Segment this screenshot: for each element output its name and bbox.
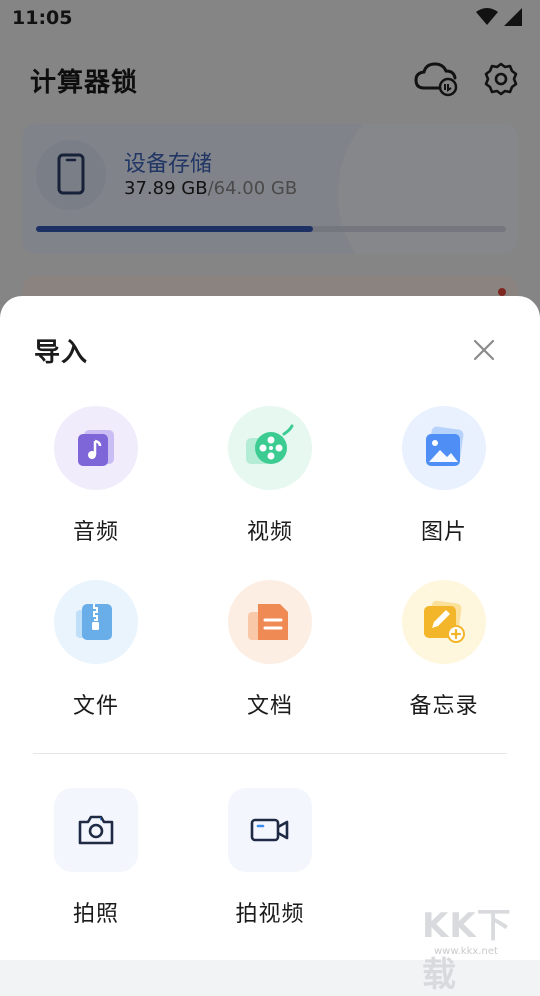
take-photo-button[interactable]: 拍照 xyxy=(21,788,171,948)
import-picture-label: 图片 xyxy=(420,520,467,545)
import-file-button[interactable]: 文件 xyxy=(21,580,171,740)
watermark-url: www.kkx.net xyxy=(434,946,498,957)
import-picture-button[interactable]: 图片 xyxy=(369,406,519,566)
record-video-label: 拍视频 xyxy=(235,902,305,927)
sheet-divider xyxy=(33,753,507,754)
import-sheet: 导入 音频 视频 图片 文件 文档 备忘录 拍照 拍视频 xyxy=(0,296,540,960)
film-reel-icon xyxy=(246,424,294,464)
memo-pencil-icon xyxy=(424,600,465,643)
import-audio-label: 音频 xyxy=(72,520,119,545)
import-document-button[interactable]: 文档 xyxy=(195,580,345,740)
take-photo-label: 拍照 xyxy=(72,902,119,927)
music-note-icon xyxy=(78,430,114,466)
import-document-label: 文档 xyxy=(246,694,293,719)
record-video-button[interactable]: 拍视频 xyxy=(195,788,345,948)
import-memo-button[interactable]: 备忘录 xyxy=(369,580,519,740)
import-memo-label: 备忘录 xyxy=(409,694,479,719)
camera-icon xyxy=(78,815,114,845)
document-icon xyxy=(248,604,288,640)
video-camera-icon xyxy=(250,818,289,842)
import-audio-button[interactable]: 音频 xyxy=(21,406,171,566)
import-video-label: 视频 xyxy=(246,520,293,545)
close-icon[interactable] xyxy=(470,336,498,364)
import-file-label: 文件 xyxy=(72,694,119,719)
import-video-button[interactable]: 视频 xyxy=(195,406,345,566)
picture-icon xyxy=(426,426,464,466)
sheet-title: 导入 xyxy=(34,338,89,368)
zip-file-icon xyxy=(76,604,112,640)
